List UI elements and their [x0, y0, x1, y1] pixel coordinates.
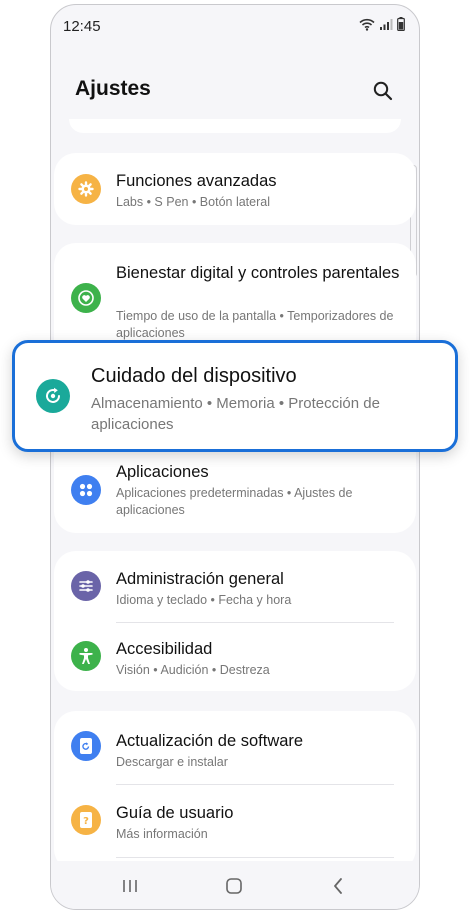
item-subtitle: Aplicaciones predeterminadas • Ajustes d… [116, 486, 353, 517]
heart-icon [71, 283, 101, 313]
search-button[interactable] [367, 75, 399, 107]
menu-item-bienestar-digital[interactable]: Bienestar digital y controles parentales… [54, 243, 416, 345]
item-title: Bienestar digital y controles parentales [116, 264, 400, 282]
update-icon [71, 731, 101, 761]
item-title: Aplicaciones [116, 463, 209, 481]
menu-item-aplicaciones[interactable]: Aplicaciones Aplicaciones predeterminada… [54, 453, 416, 533]
menu-item-accesibilidad[interactable]: Accesibilidad Visión • Audición • Destre… [54, 623, 416, 691]
sliders-icon [71, 571, 101, 601]
item-subtitle: Labs • S Pen • Botón lateral [116, 195, 270, 209]
navigation-bar [51, 861, 419, 909]
card-funciones: Funciones avanzadas Labs • S Pen • Botón… [54, 153, 416, 225]
recent-apps-icon [123, 880, 137, 892]
item-subtitle: Almacenamiento • Memoria • Protección de… [91, 395, 380, 433]
menu-item-guia-usuario[interactable]: ? Guía de usuario Más información [54, 785, 416, 855]
card-software-group: Actualización de software Descargar e in… [54, 711, 416, 871]
back-icon [334, 878, 342, 894]
phone-screen: 12:45 Ajustes Funciones avanzadas Labs •… [50, 4, 420, 910]
signal-icon [380, 18, 393, 30]
status-time: 12:45 [63, 18, 101, 35]
divider [116, 857, 394, 858]
item-title: Administración general [116, 570, 284, 588]
svg-text:?: ? [83, 816, 89, 827]
battery-icon [397, 17, 405, 31]
item-subtitle: Más información [116, 827, 208, 841]
page-title: Ajustes [75, 77, 151, 100]
home-button[interactable] [221, 873, 247, 899]
menu-item-administracion-general[interactable]: Administración general Idioma y teclado … [54, 551, 416, 621]
recent-apps-button[interactable] [117, 873, 143, 899]
item-title: Cuidado del dispositivo [91, 365, 297, 387]
item-subtitle: Visión • Audición • Destreza [116, 663, 270, 677]
item-subtitle: Tiempo de uso de la pantalla • Temporiza… [116, 309, 394, 340]
menu-item-actualizacion-software[interactable]: Actualización de software Descargar e in… [54, 711, 416, 781]
card-administracion-group: Administración general Idioma y teclado … [54, 551, 416, 691]
home-icon [226, 878, 242, 894]
refresh-icon [36, 379, 70, 413]
help-book-icon: ? [71, 805, 101, 835]
item-title: Funciones avanzadas [116, 172, 277, 190]
apps-icon [71, 475, 101, 505]
status-bar: 12:45 [51, 5, 419, 45]
gear-icon [71, 174, 101, 204]
search-icon [373, 81, 393, 101]
accessibility-icon [71, 641, 101, 671]
status-icons [359, 17, 405, 31]
item-title: Actualización de software [116, 732, 304, 750]
item-subtitle: Descargar e instalar [116, 755, 228, 769]
wifi-icon [359, 18, 375, 31]
item-subtitle: Idioma y teclado • Fecha y hora [116, 593, 292, 607]
menu-item-cuidado-dispositivo[interactable]: Cuidado del dispositivo Almacenamiento •… [12, 340, 458, 452]
item-title: Accesibilidad [116, 640, 213, 658]
item-title: Guía de usuario [116, 804, 234, 822]
back-button[interactable] [325, 873, 351, 899]
card-fragment-top [69, 119, 401, 133]
menu-item-funciones-avanzadas[interactable]: Funciones avanzadas Labs • S Pen • Botón… [54, 153, 416, 225]
